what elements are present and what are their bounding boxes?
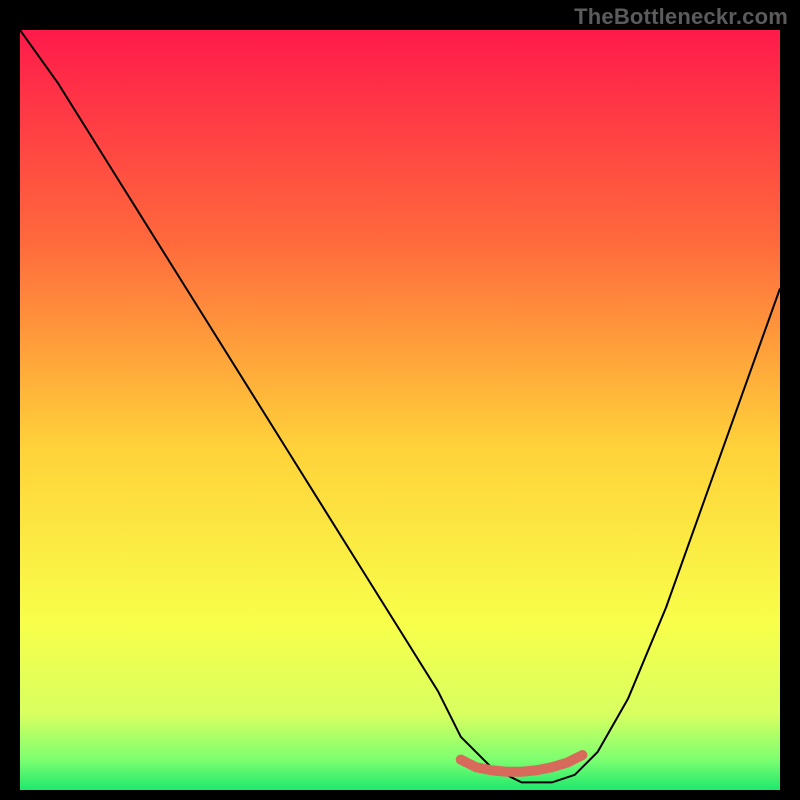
gradient-background <box>20 30 780 790</box>
chart-frame: TheBottleneckr.com <box>0 0 800 800</box>
optimal-marker-dot <box>456 755 466 765</box>
plot-area <box>20 30 780 790</box>
watermark-text: TheBottleneckr.com <box>574 4 788 30</box>
chart-svg <box>20 30 780 790</box>
